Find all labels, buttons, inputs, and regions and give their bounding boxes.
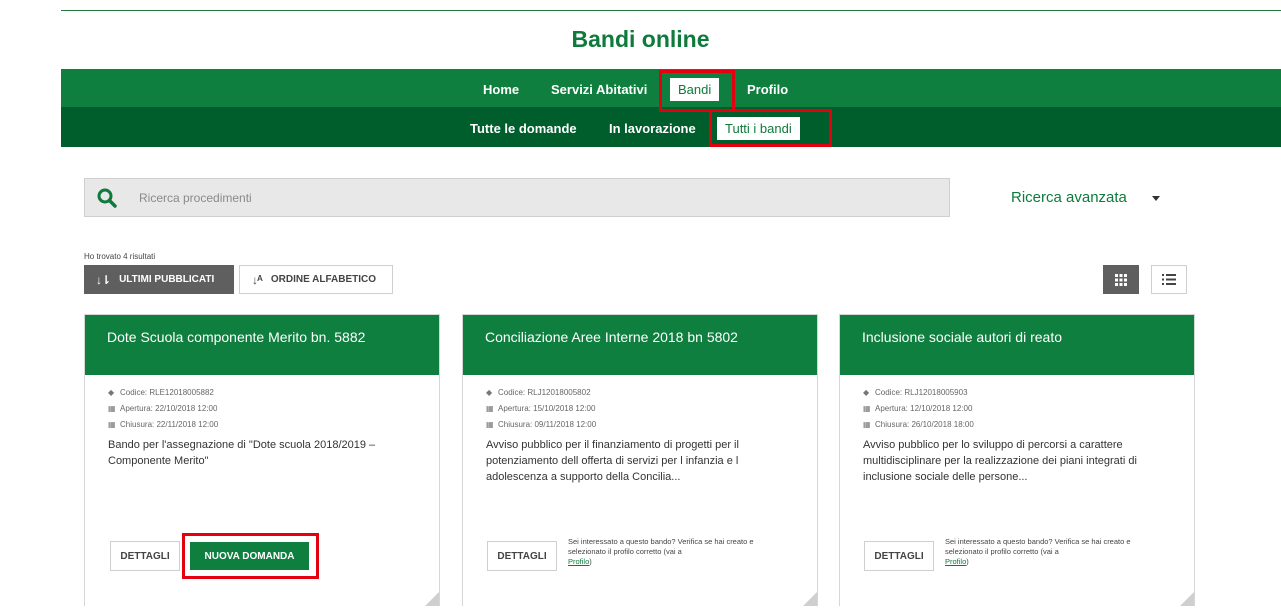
card-code: RLJ12018005903 — [904, 388, 968, 397]
secondary-nav: Tutte le domande In lavorazione Tutti i … — [61, 107, 1281, 147]
tag-icon: ◆ — [486, 388, 493, 397]
nav-profilo[interactable]: Profilo — [747, 82, 788, 97]
results-count: Ho trovato 4 risultati — [84, 252, 156, 261]
sort-latest-label: ULTIMI PUBBLICATI — [119, 274, 215, 285]
calendar-icon: ▦ — [108, 404, 116, 413]
card-meta: ◆ Codice: RLJ12018005802 ▦ Apertura: 15/10… — [463, 375, 817, 433]
nav-tutti-i-bandi[interactable]: Tutti i bandi — [717, 117, 800, 140]
top-divider — [61, 10, 1281, 11]
sort-alpha-icon: ↓ᴬ — [252, 272, 263, 287]
details-button[interactable]: DETTAGLI — [864, 541, 934, 571]
close-label: Chiusura: — [120, 420, 155, 429]
card-close-date: 26/10/2018 18:00 — [911, 420, 974, 429]
code-label: Codice: — [120, 388, 148, 397]
nav-in-lavorazione[interactable]: In lavorazione — [609, 121, 696, 136]
tag-icon: ◆ — [863, 388, 870, 397]
sort-alpha-button[interactable]: ↓ᴬ ORDINE ALFABETICO — [239, 265, 393, 294]
calendar-icon: ▦ — [863, 404, 871, 413]
new-application-button[interactable]: NUOVA DOMANDA — [190, 542, 309, 570]
card-open-date: 22/10/2018 12:00 — [155, 404, 218, 413]
chevron-down-icon[interactable] — [1152, 196, 1160, 201]
sort-desc-icon: ↓⇂ — [96, 272, 111, 287]
card-description: Bando per l'assegnazione di "Dote scuola… — [108, 439, 376, 467]
nav-tutte-le-domande[interactable]: Tutte le domande — [470, 121, 577, 136]
card-open-date: 12/10/2018 12:00 — [910, 404, 973, 413]
profile-note: Sei interessato a questo bando? Verifica… — [945, 537, 1155, 567]
card-title[interactable]: Inclusione sociale autori di reato — [840, 315, 1194, 375]
open-label: Apertura: — [498, 404, 531, 413]
card-title[interactable]: Dote Scuola componente Merito bn. 5882 — [85, 315, 439, 375]
nav-servizi-abitativi[interactable]: Servizi Abitativi — [551, 82, 647, 97]
close-label: Chiusura: — [875, 420, 910, 429]
search-bar — [84, 178, 950, 217]
calendar-icon: ▦ — [863, 420, 871, 429]
profile-note: Sei interessato a questo bando? Verifica… — [568, 537, 778, 567]
calendar-icon: ▦ — [486, 404, 494, 413]
card-corner-fold — [1180, 592, 1194, 606]
details-button[interactable]: DETTAGLI — [487, 541, 557, 571]
site-title: Bandi online — [571, 26, 710, 52]
card-description: Avviso pubblico per il finanziamento di … — [486, 439, 739, 483]
profile-note-text: Sei interessato a questo bando? Verifica… — [945, 537, 1131, 556]
card-title[interactable]: Conciliazione Aree Interne 2018 bn 5802 — [463, 315, 817, 375]
details-button[interactable]: DETTAGLI — [110, 541, 180, 571]
card-corner-fold — [425, 592, 439, 606]
close-label: Chiusura: — [498, 420, 533, 429]
card-meta: ◆ Codice: RLJ12018005903 ▦ Apertura: 12/10… — [840, 375, 1194, 433]
sort-latest-button[interactable]: ↓⇂ ULTIMI PUBBLICATI — [84, 265, 234, 294]
sort-alpha-label: ORDINE ALFABETICO — [270, 274, 377, 285]
profile-link[interactable]: Profilo — [568, 557, 589, 566]
card-open-date: 15/10/2018 12:00 — [533, 404, 596, 413]
grid-view-button[interactable] — [1103, 265, 1139, 294]
open-label: Apertura: — [875, 404, 908, 413]
calendar-icon: ▦ — [108, 420, 116, 429]
list-view-icon — [1162, 274, 1176, 285]
primary-nav: Home Servizi Abitativi Bandi Profilo — [61, 69, 1281, 107]
profile-link[interactable]: Profilo — [945, 557, 966, 566]
tag-icon: ◆ — [108, 388, 115, 397]
code-label: Codice: — [498, 388, 526, 397]
card-description: Avviso pubblico per lo sviluppo di perco… — [863, 439, 1137, 483]
card-meta: ◆ Codice: RLE12018005882 ▦ Apertura: 22/10… — [85, 375, 439, 433]
card-corner-fold — [803, 592, 817, 606]
code-label: Codice: — [875, 388, 903, 397]
calendar-icon: ▦ — [486, 420, 494, 429]
card-close-date: 22/11/2018 12:00 — [156, 420, 219, 429]
advanced-search-link[interactable]: Ricerca avanzata — [1011, 189, 1127, 206]
profile-note-text: Sei interessato a questo bando? Verifica… — [568, 537, 754, 556]
nav-bandi[interactable]: Bandi — [670, 78, 720, 101]
search-input[interactable] — [139, 187, 919, 209]
card-code: RLE12018005882 — [149, 388, 214, 397]
list-view-button[interactable] — [1151, 265, 1187, 294]
card-code: RLJ12018005802 — [527, 388, 591, 397]
profile-note-close: ) — [966, 557, 969, 566]
open-label: Apertura: — [120, 404, 153, 413]
nav-home[interactable]: Home — [483, 82, 519, 97]
card-close-date: 09/11/2018 12:00 — [534, 420, 597, 429]
profile-note-close: ) — [589, 557, 592, 566]
grid-view-icon — [1115, 273, 1127, 286]
search-icon[interactable] — [97, 188, 117, 208]
